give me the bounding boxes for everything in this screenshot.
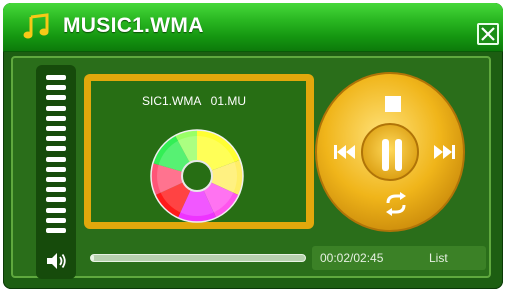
volume-bar-segment [46,217,66,223]
seek-bar[interactable] [90,254,306,262]
volume-bar-segment [46,228,66,233]
volume-bar-segment [46,115,66,121]
volume-bar-segment [46,75,66,80]
volume-bar-segment [46,105,66,111]
volume-bar-segment [46,177,66,182]
stop-icon[interactable] [383,94,403,114]
window-title: MUSIC1.WMA [63,14,204,37]
music-note-icon [23,13,49,39]
title-bar: MUSIC1.WMA [3,3,503,52]
volume-bar-segment [46,126,66,131]
repeat-icon[interactable] [384,192,408,216]
volume-bar-segment [46,136,66,142]
volume-bar-segment [46,207,66,213]
close-button[interactable] [477,23,499,45]
volume-bar-segment [46,197,66,203]
volume-bar-segment [46,146,66,152]
list-button[interactable]: List [429,251,448,265]
volume-bar-segment [46,166,66,172]
seek-progress [91,255,94,261]
previous-icon[interactable] [333,144,357,160]
close-icon [481,27,495,41]
volume-bar-segment [46,95,66,101]
volume-bar-segment [46,187,66,193]
time-display: 00:02/02:45 [320,251,384,265]
volume-bar-segment [46,85,66,91]
speaker-icon[interactable] [44,251,68,271]
volume-slider[interactable] [36,65,76,279]
track-name-scroll: SIC1.WMA 01.MU [142,94,247,108]
cd-disc-icon [150,129,244,223]
status-box: 00:02/02:45 List [312,246,486,270]
pause-icon[interactable] [381,138,403,172]
next-icon[interactable] [432,144,456,160]
volume-bar-segment [46,156,66,162]
